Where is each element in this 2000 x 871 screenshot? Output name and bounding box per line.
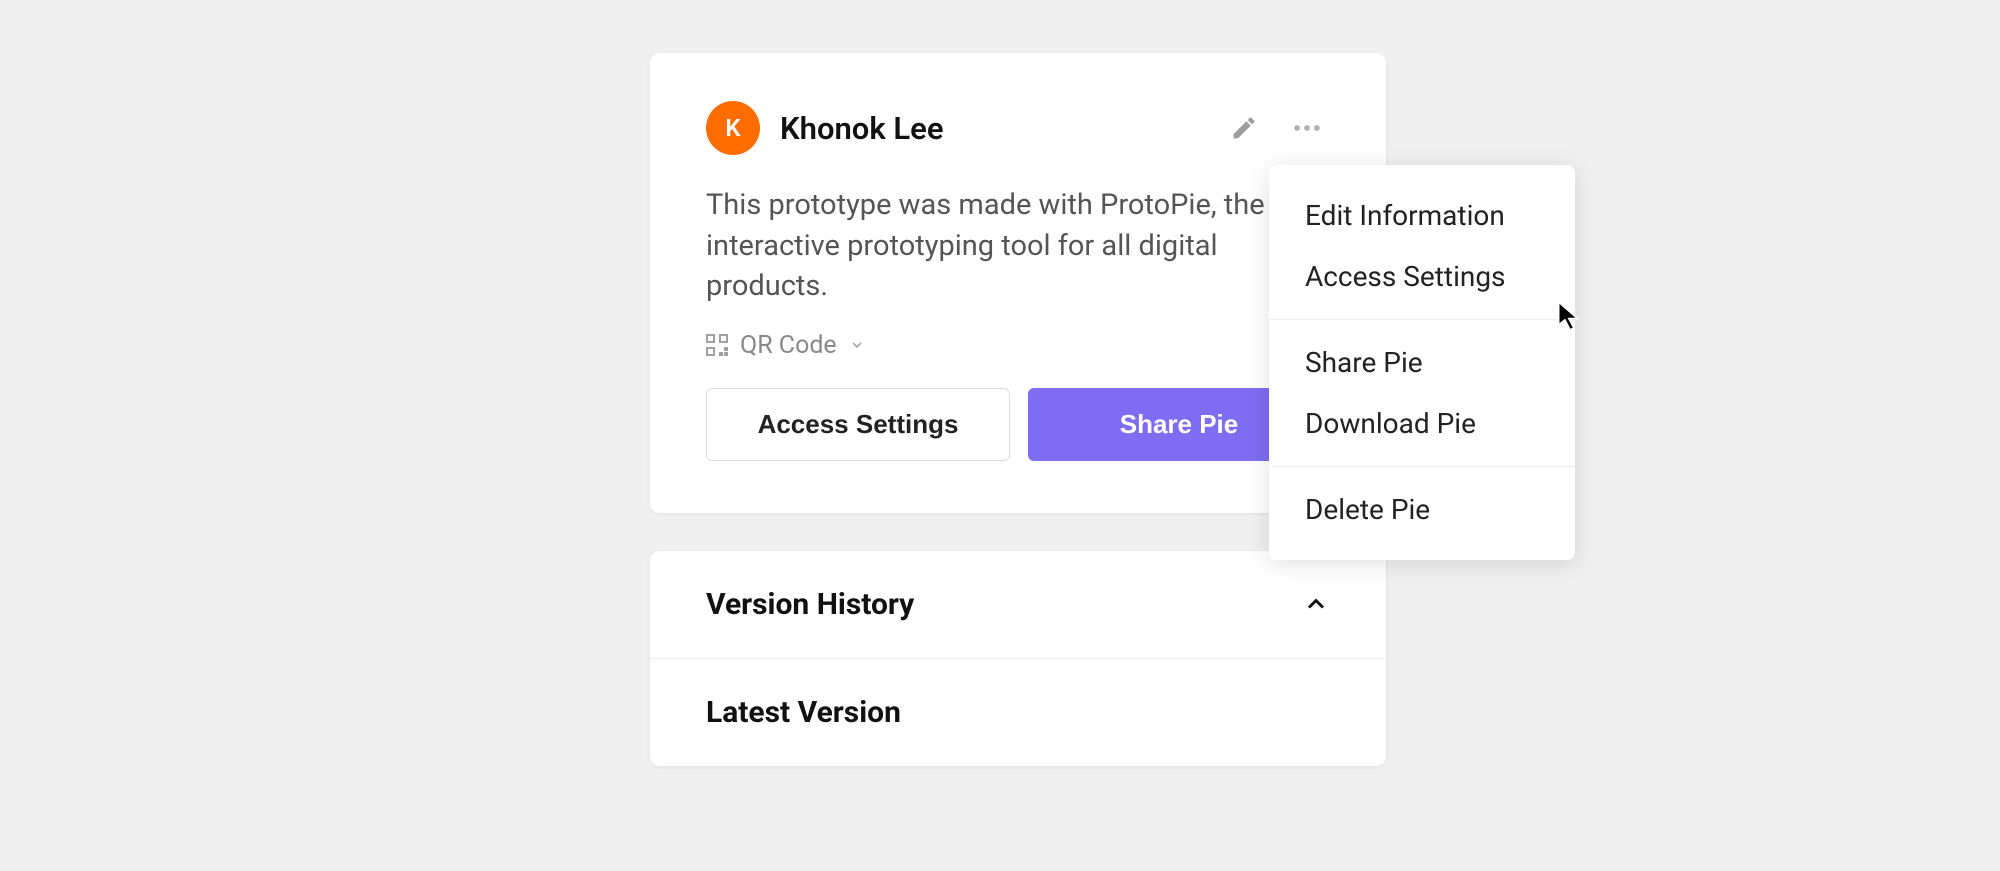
- menu-delete-pie[interactable]: Delete Pie: [1269, 479, 1575, 540]
- dots-horizontal-icon: [1290, 111, 1324, 145]
- menu-access-settings[interactable]: Access Settings: [1269, 246, 1575, 307]
- avatar: K: [706, 101, 760, 155]
- menu-edit-information[interactable]: Edit Information: [1269, 185, 1575, 246]
- qr-code-label: QR Code: [740, 331, 837, 360]
- description-text: This prototype was made with ProtoPie, t…: [706, 185, 1266, 307]
- card-header: K Khonok Lee: [706, 101, 1330, 155]
- chevron-down-icon: [849, 337, 865, 353]
- version-card: Version History Latest Version: [650, 551, 1386, 766]
- qr-code-toggle[interactable]: QR Code: [706, 331, 1330, 360]
- chevron-up-icon: [1302, 590, 1330, 618]
- latest-version-row[interactable]: Latest Version: [650, 659, 1386, 766]
- context-menu: Edit Information Access Settings Share P…: [1269, 165, 1575, 560]
- menu-divider: [1269, 466, 1575, 467]
- qr-code-icon: [706, 334, 728, 356]
- menu-share-pie[interactable]: Share Pie: [1269, 332, 1575, 393]
- author-name: Khonok Lee: [780, 110, 1204, 147]
- more-button[interactable]: [1284, 105, 1330, 151]
- button-row: Access Settings Share Pie: [706, 388, 1330, 461]
- version-history-row[interactable]: Version History: [650, 551, 1386, 659]
- edit-button[interactable]: [1224, 108, 1264, 148]
- menu-download-pie[interactable]: Download Pie: [1269, 393, 1575, 454]
- latest-version-title: Latest Version: [706, 695, 901, 730]
- version-history-title: Version History: [706, 587, 914, 622]
- menu-divider: [1269, 319, 1575, 320]
- pencil-icon: [1230, 114, 1258, 142]
- access-settings-button[interactable]: Access Settings: [706, 388, 1010, 461]
